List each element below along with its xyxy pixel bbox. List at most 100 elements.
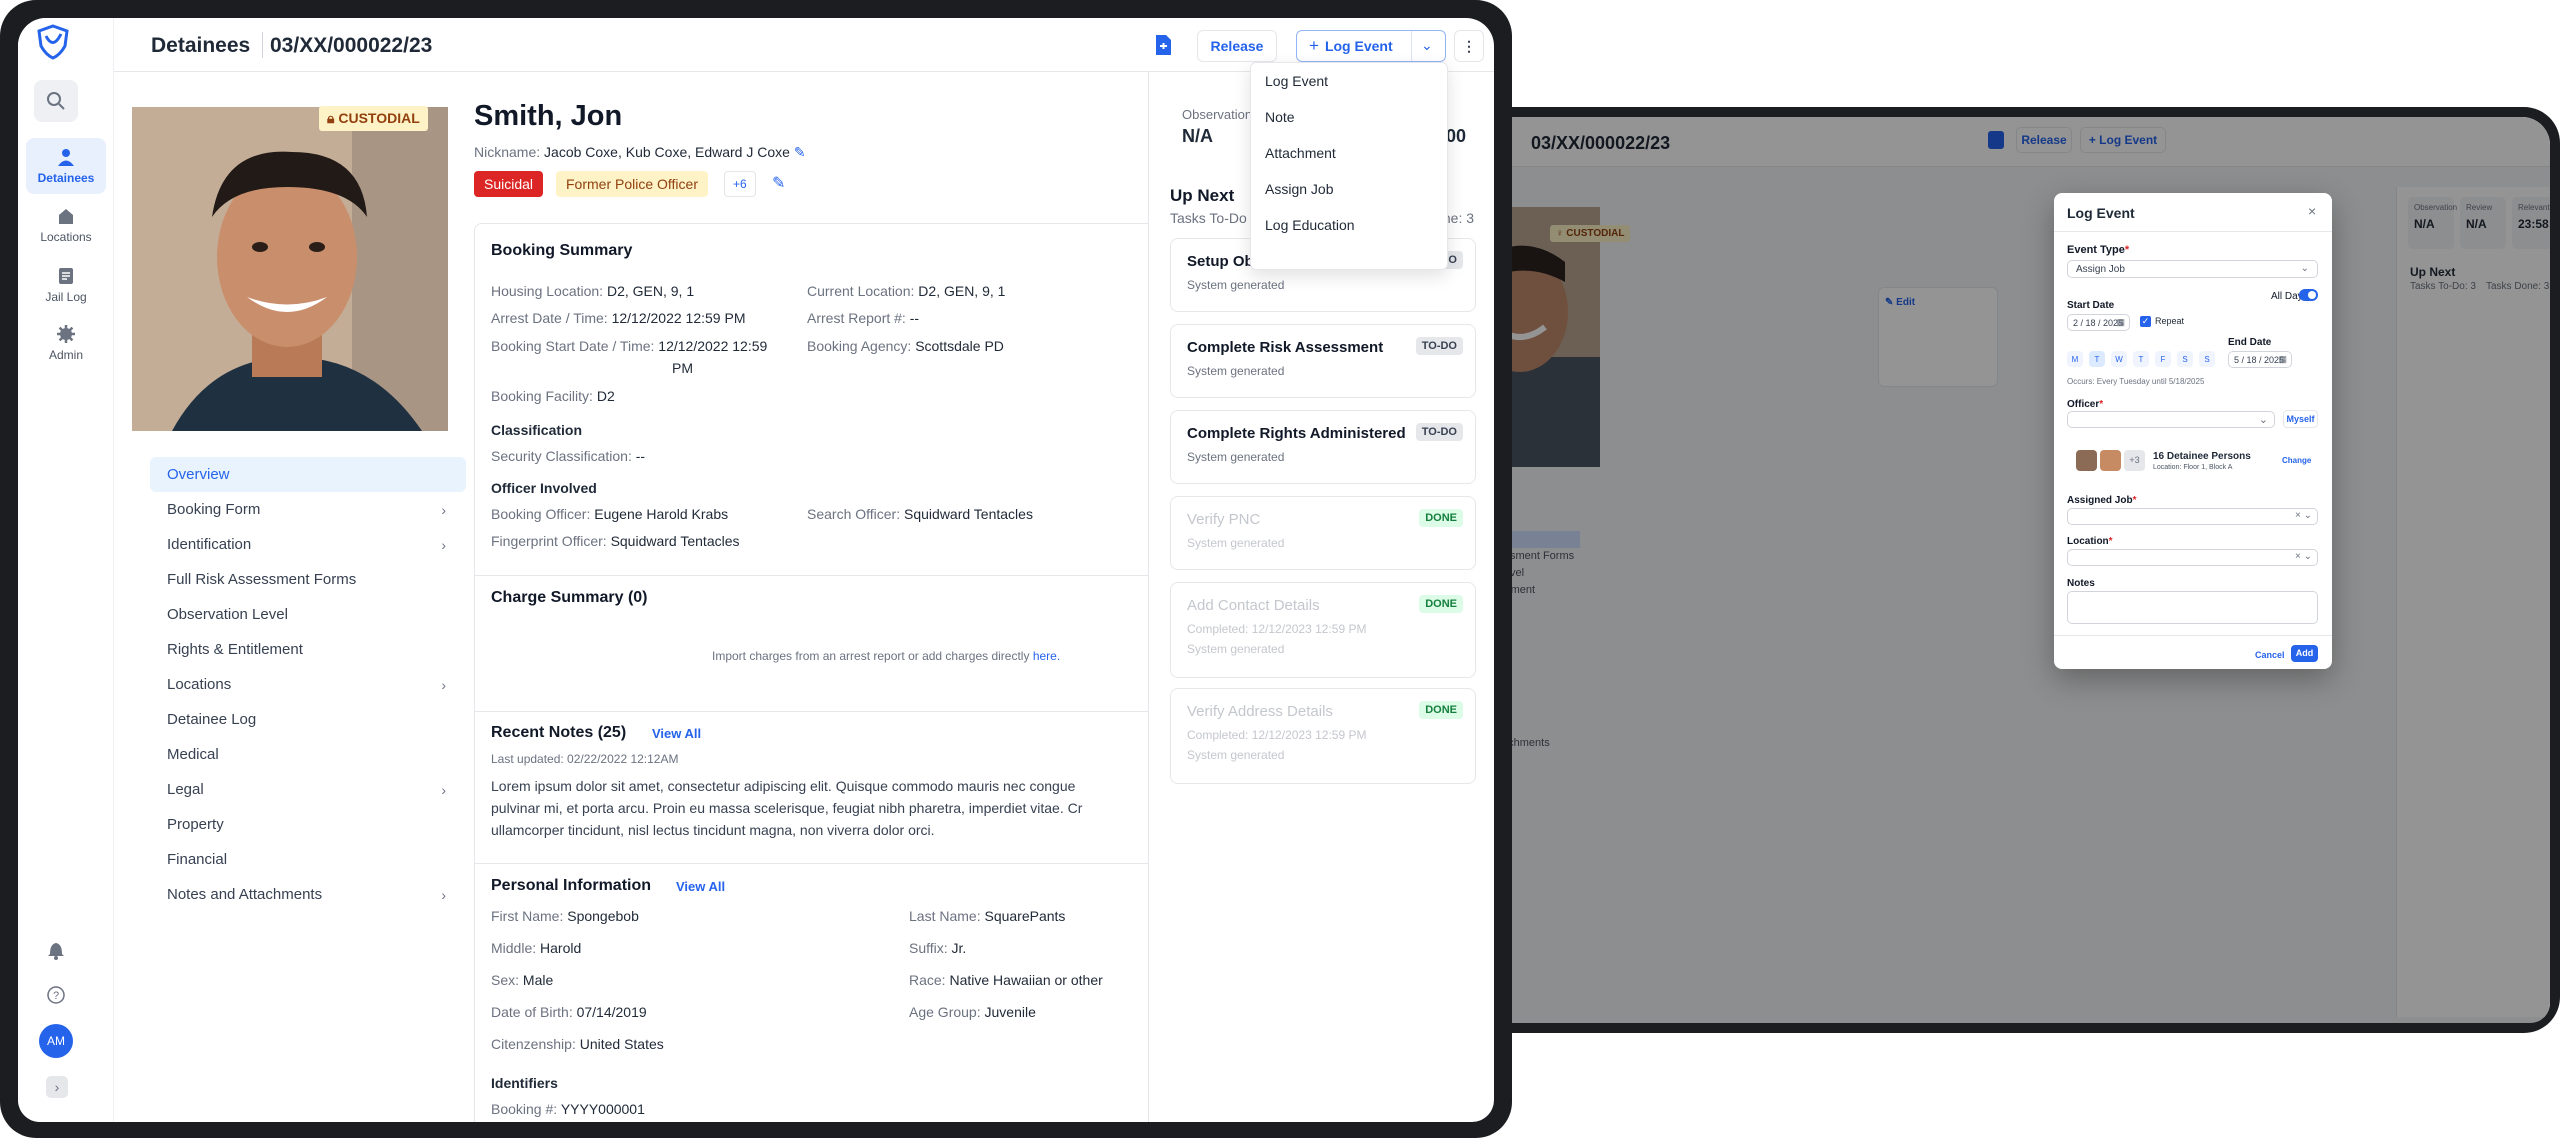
- booking-start-pm: PM: [672, 360, 693, 376]
- panel-divider: [1148, 72, 1149, 1122]
- menu-item-assign-job[interactable]: Assign Job: [1251, 171, 1447, 207]
- notes-body: Lorem ipsum dolor sit amet, consectetur …: [491, 778, 1083, 838]
- assigned-job-label: Assigned Job*: [2067, 495, 2137, 506]
- nav-risk-assessment[interactable]: Full Risk Assessment Forms: [150, 562, 466, 597]
- myself-button[interactable]: Myself: [2283, 410, 2318, 428]
- cancel-button[interactable]: Cancel: [2255, 650, 2285, 660]
- task-card[interactable]: Add Contact Details Completed: 12/12/2023…: [1170, 582, 1476, 678]
- log-event-button[interactable]: + Log Event ⌄: [1296, 30, 1446, 62]
- more-options-icon[interactable]: ⋮: [1454, 30, 1484, 62]
- day-sun[interactable]: S: [2199, 351, 2215, 367]
- notes-textarea[interactable]: [2067, 591, 2318, 624]
- nav-detainee-log[interactable]: Detainee Log: [150, 702, 466, 737]
- menu-item-attachment[interactable]: Attachment: [1251, 135, 1447, 171]
- status-badge: DONE: [1419, 701, 1463, 719]
- start-date-input[interactable]: 2 / 18 / 2025 ▦: [2067, 314, 2130, 331]
- notes-view-all-link[interactable]: View All: [652, 726, 701, 741]
- help-icon[interactable]: ?: [46, 985, 66, 1005]
- nav-booking-form[interactable]: Booking Form ›: [150, 492, 466, 527]
- task-card[interactable]: Verify PNC System generated DONE: [1170, 496, 1476, 570]
- location-select[interactable]: × ⌄: [2067, 549, 2318, 566]
- tag-more[interactable]: +6: [724, 171, 756, 197]
- day-wed[interactable]: W: [2111, 351, 2127, 367]
- search-button[interactable]: [34, 80, 78, 122]
- all-day-toggle[interactable]: [2299, 289, 2318, 301]
- personal-view-all-link[interactable]: View All: [676, 879, 725, 894]
- nav-medical[interactable]: Medical: [150, 737, 466, 772]
- detainee-name: Smith, Jon: [474, 100, 623, 132]
- end-date-input[interactable]: 5 / 18 / 2025 ▦: [2228, 351, 2292, 368]
- add-button[interactable]: Add: [2291, 645, 2318, 662]
- middle-name: Middle: Harold: [491, 940, 582, 956]
- change-link[interactable]: Change: [2282, 456, 2311, 465]
- more-persons-count: +3: [2124, 450, 2145, 471]
- log-event-label: Log Event: [1324, 38, 1393, 54]
- event-type-select[interactable]: Assign Job ⌄: [2067, 260, 2318, 278]
- page-title: Detainees: [151, 34, 251, 57]
- day-thu[interactable]: T: [2133, 351, 2149, 367]
- person-avatar: [2100, 450, 2121, 471]
- last-name: Last Name: SquarePants: [909, 908, 1066, 924]
- nav-observation-level[interactable]: Observation Level: [150, 597, 466, 632]
- log-event-modal: Log Event × Event Type* Assign Job ⌄ All …: [2054, 193, 2332, 669]
- menu-item-log-event[interactable]: Log Event: [1251, 63, 1447, 99]
- pencil-icon[interactable]: ✎: [794, 144, 806, 160]
- nav-overview[interactable]: Overview: [150, 457, 466, 492]
- chevron-down-icon[interactable]: ⌄: [1421, 37, 1433, 54]
- booking-agency: Booking Agency: Scottsdale PD: [807, 338, 1004, 354]
- nav-notes-attachments[interactable]: Notes and Attachments ›: [150, 877, 466, 912]
- charges-here-link[interactable]: here.: [1033, 649, 1060, 663]
- expand-sidebar-icon[interactable]: ›: [46, 1076, 68, 1098]
- search-icon: [47, 92, 65, 110]
- assigned-job-select[interactable]: × ⌄: [2067, 508, 2318, 525]
- officer-select[interactable]: ⌄: [2067, 411, 2275, 428]
- document-icon[interactable]: [1154, 34, 1172, 56]
- day-fri[interactable]: F: [2155, 351, 2171, 367]
- nav-locations[interactable]: Locations: [18, 206, 114, 254]
- nav-admin[interactable]: Admin: [18, 324, 114, 372]
- nav-rights[interactable]: Rights & Entitlement: [150, 632, 466, 667]
- clear-chevron-icon[interactable]: × ⌄: [2295, 510, 2312, 521]
- custodial-badge: 🔒︎ CUSTODIAL: [319, 106, 428, 131]
- main-screen: Detainees Locations Jail Log Admin ? AM …: [18, 18, 1494, 1122]
- officer-heading: Officer Involved: [491, 480, 597, 496]
- nav-label: Locations: [40, 230, 92, 244]
- avatar[interactable]: AM: [39, 1024, 73, 1058]
- notes-updated: Last updated: 02/22/2022 12:12AM: [491, 752, 679, 766]
- day-sat[interactable]: S: [2177, 351, 2193, 367]
- release-button[interactable]: Release: [1197, 30, 1277, 62]
- start-date-label: Start Date: [2067, 300, 2115, 311]
- nav-detainees[interactable]: Detainees: [26, 138, 106, 194]
- sidebar: Detainees Locations Jail Log Admin ? AM …: [18, 18, 114, 1122]
- clear-chevron-icon[interactable]: × ⌄: [2295, 551, 2312, 562]
- task-card[interactable]: Complete Risk Assessment System generated…: [1170, 324, 1476, 398]
- svg-text:?: ?: [53, 990, 59, 1002]
- menu-item-note[interactable]: Note: [1251, 99, 1447, 135]
- nav-property[interactable]: Property: [150, 807, 466, 842]
- task-card[interactable]: Verify Address Details Completed: 12/12/2…: [1170, 688, 1476, 784]
- fingerprint-officer: Fingerprint Officer: Squidward Tentacles: [491, 533, 740, 549]
- close-icon[interactable]: ×: [2308, 203, 2316, 219]
- task-card[interactable]: Complete Rights Administered System gener…: [1170, 410, 1476, 484]
- bell-icon[interactable]: [47, 940, 65, 960]
- nav-identification[interactable]: Identification ›: [150, 527, 466, 562]
- nav-locations[interactable]: Locations ›: [150, 667, 466, 702]
- day-tue[interactable]: T: [2089, 351, 2105, 367]
- housing-location: Housing Location: D2, GEN, 9, 1: [491, 283, 695, 299]
- repeat-checkbox[interactable]: ✓: [2140, 316, 2151, 327]
- chevron-right-icon: ›: [441, 887, 446, 903]
- edit-tags-pencil-icon[interactable]: ✎: [772, 173, 785, 193]
- booking-facility: Booking Facility: D2: [491, 388, 615, 404]
- nav-financial[interactable]: Financial: [150, 842, 466, 877]
- sex: Sex: Male: [491, 972, 554, 988]
- menu-item-log-education[interactable]: Log Education: [1251, 207, 1447, 243]
- modal-overlay[interactable]: [1480, 117, 2550, 1023]
- nav-jail-log[interactable]: Jail Log: [18, 266, 114, 314]
- nav-legal[interactable]: Legal ›: [150, 772, 466, 807]
- day-mon[interactable]: M: [2067, 351, 2083, 367]
- charges-empty-text: Import charges from an arrest report or …: [712, 649, 1061, 663]
- security-classification: Security Classification: --: [491, 448, 646, 464]
- classification-heading: Classification: [491, 422, 583, 438]
- plus-icon: +: [1309, 36, 1319, 55]
- nav-label: Admin: [48, 348, 83, 362]
